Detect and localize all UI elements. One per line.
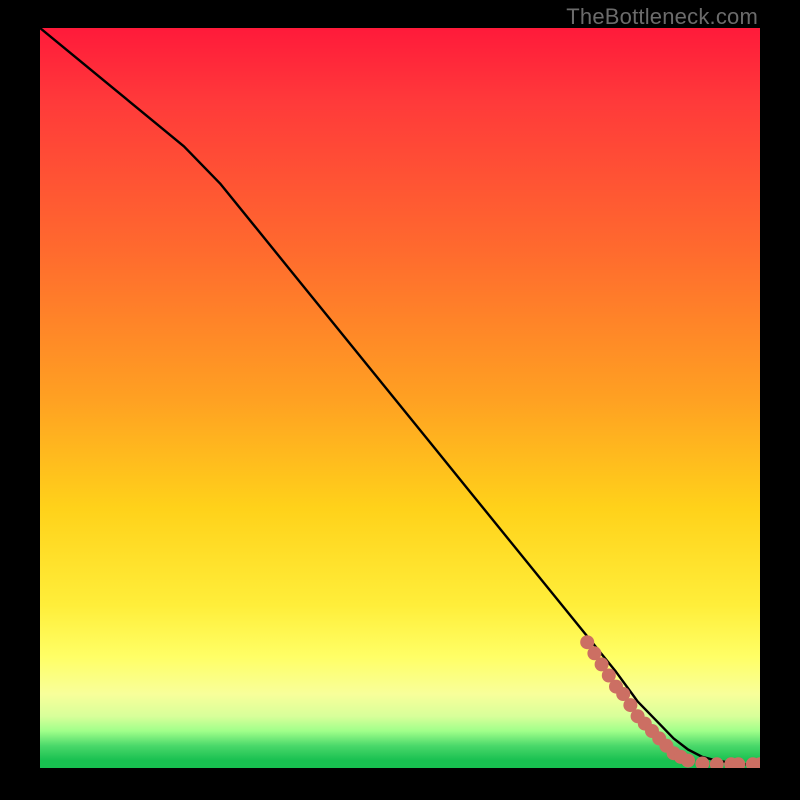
chart-overlay (40, 28, 760, 768)
watermark-text: TheBottleneck.com (566, 4, 758, 30)
marker-dot (681, 754, 695, 768)
highlight-markers (580, 635, 760, 768)
plot-area (40, 28, 760, 768)
chart-frame: TheBottleneck.com (0, 0, 800, 800)
curve-line (40, 28, 760, 764)
